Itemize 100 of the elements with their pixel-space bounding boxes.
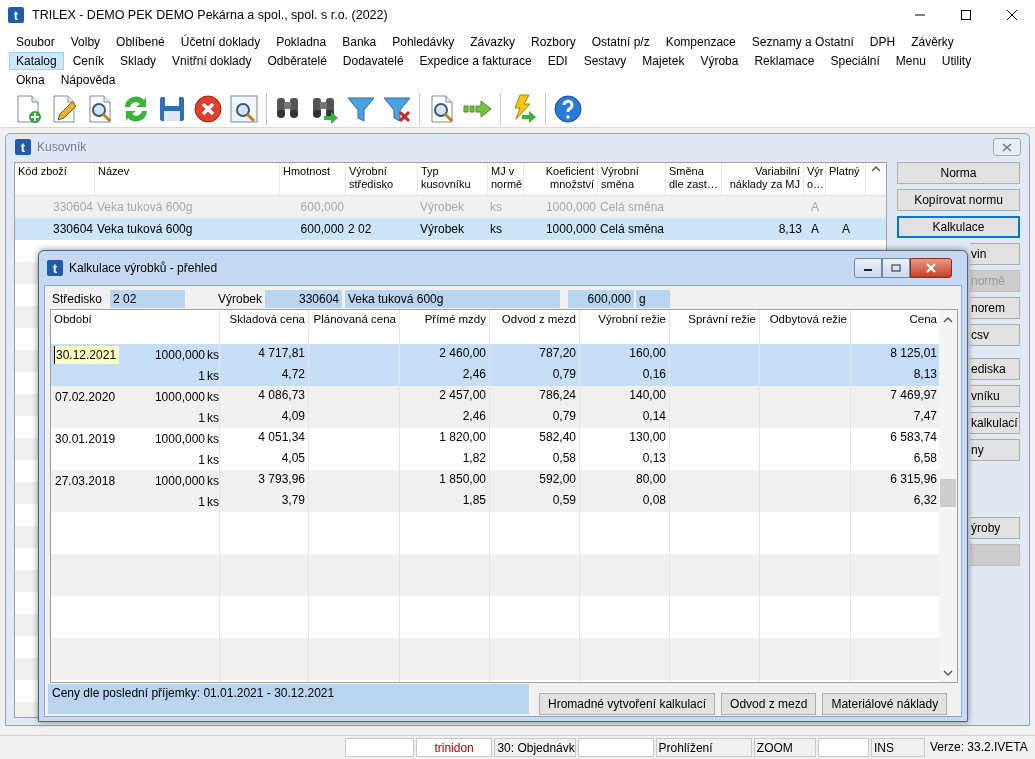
- scroll-up-icon[interactable]: [871, 165, 881, 173]
- menu-item[interactable]: Seznamy a Ostatní: [744, 32, 861, 51]
- column-header[interactable]: Název: [95, 163, 280, 195]
- input-field[interactable]: g: [636, 289, 670, 308]
- column-header[interactable]: Hmotnost: [280, 163, 346, 195]
- menu-item[interactable]: Sklady: [113, 51, 164, 70]
- table-cell-text: 330604: [51, 221, 94, 238]
- table-cell-text: 1 850,00: [438, 471, 487, 488]
- table-cell-text: 7,47: [912, 408, 938, 425]
- table-cell-text: ks: [489, 199, 503, 216]
- menu-item[interactable]: Reklamace: [747, 51, 822, 70]
- menu-item[interactable]: Pohledávky: [385, 32, 462, 51]
- button[interactable]: vníku: [970, 385, 1020, 407]
- menu-item[interactable]: Speciální: [823, 51, 887, 70]
- table-cell-text: 0,13: [641, 450, 667, 467]
- button[interactable]: kalkulací: [970, 412, 1020, 434]
- table-cell-text: 8,13: [777, 221, 803, 238]
- button[interactable]: Kopírovat normu: [897, 189, 1020, 211]
- menu-item[interactable]: Majetek: [635, 51, 692, 70]
- menu-item[interactable]: Soubor: [9, 32, 62, 51]
- menu-item[interactable]: Závěrky: [904, 32, 961, 51]
- scroll-up-icon[interactable]: [943, 316, 953, 324]
- button[interactable]: ny: [970, 439, 1020, 461]
- table-cell-text: 8,13: [912, 366, 938, 383]
- column-header[interactable]: MJ v normě: [488, 163, 524, 195]
- table-cell: ks: [207, 431, 219, 446]
- table-cell-text: 4,05: [280, 450, 306, 467]
- button[interactable]: Odvod z mezd: [721, 693, 817, 715]
- input-field[interactable]: Veka tuková 600g: [345, 289, 560, 308]
- column-header[interactable]: Výrobní směna: [598, 163, 666, 195]
- help-icon[interactable]: [552, 92, 584, 125]
- menu-item[interactable]: Vnitřní doklady: [165, 51, 259, 70]
- menu-item[interactable]: Ceník: [65, 51, 112, 70]
- menu-item[interactable]: Dodavatelé: [335, 51, 411, 70]
- menu-item[interactable]: Ostatní p/z: [584, 32, 657, 51]
- column-header[interactable]: Směna dle zast…: [666, 163, 722, 195]
- menu-item[interactable]: Menu: [888, 51, 933, 70]
- input-field[interactable]: 600,000: [568, 289, 634, 308]
- close-icon[interactable]: [1006, 9, 1018, 21]
- menu-item[interactable]: Okna: [9, 70, 52, 89]
- table-cell-text: 592,00: [538, 471, 577, 488]
- menu-item[interactable]: Banka: [335, 32, 384, 51]
- field-label: Výrobek: [218, 291, 264, 306]
- table-row[interactable]: 330604 Veka tuková 600g 600,000 2 02 Výrobek ks 1000,000 Celá směna 8,13 A A: [15, 218, 886, 240]
- button[interactable]: Materiálové náklady: [822, 693, 948, 715]
- menu-item[interactable]: Volby: [63, 32, 108, 51]
- table-cell-text: 330604: [51, 199, 94, 216]
- button[interactable]: csv: [970, 324, 1020, 346]
- menu-item[interactable]: Katalog: [9, 51, 64, 70]
- column-header[interactable]: Typ kusovníku: [418, 163, 488, 195]
- column-header[interactable]: Platný: [826, 163, 866, 195]
- table-cell-text: 7 469,97: [889, 387, 938, 404]
- column-header[interactable]: Výr o…: [804, 163, 826, 195]
- menu-item[interactable]: DPH: [862, 32, 903, 51]
- table-row[interactable]: 27.03.2018 1000,000 ks 1 ks 3 793,96 3,79 1 850,00 1,85 592,00 0,59 80,00 0,08 6 315,96 6,32: [51, 470, 941, 512]
- button[interactable]: Kalkulace: [897, 216, 1020, 238]
- table-cell: ks: [207, 410, 219, 425]
- table-cell-text: 1: [197, 368, 205, 383]
- table-cell-text: 0,79: [551, 366, 577, 383]
- menu-item[interactable]: Rozbory: [523, 32, 583, 51]
- table-cell-text: 8 125,01: [889, 345, 938, 362]
- menu-item[interactable]: Účetní doklady: [173, 32, 268, 51]
- menu-item[interactable]: EDI: [540, 51, 575, 70]
- column-header[interactable]: Výrobní středisko: [346, 163, 418, 195]
- scrollbar-thumb[interactable]: [940, 479, 956, 507]
- menu-item[interactable]: Nápověda: [53, 70, 123, 89]
- cancel-icon[interactable]: [192, 92, 224, 125]
- table-cell-text: Celá směna: [599, 221, 666, 238]
- scroll-down-icon[interactable]: [943, 669, 953, 677]
- column-header[interactable]: Variabilní náklady za MJ: [722, 163, 804, 195]
- input-field[interactable]: 330604: [265, 289, 342, 308]
- status-text: Prohlížení: [655, 738, 752, 757]
- zoom-icon[interactable]: [228, 92, 260, 125]
- table-cell-text: Veka tuková 600g: [96, 221, 194, 238]
- button[interactable]: vin: [970, 243, 1020, 265]
- table-cell: ks: [207, 368, 219, 383]
- menu-item[interactable]: Utility: [934, 51, 979, 70]
- restore-icon[interactable]: [891, 264, 901, 272]
- table-cell-text: ks: [489, 221, 503, 238]
- menu-item[interactable]: Výroba: [693, 51, 746, 70]
- table-cell-text: 0,14: [641, 408, 667, 425]
- menu-item[interactable]: Pokladna: [269, 32, 334, 51]
- maximize-icon[interactable]: [960, 9, 972, 21]
- input-field[interactable]: 2 02: [110, 289, 185, 308]
- button[interactable]: ýroby: [970, 517, 1020, 539]
- menu-item[interactable]: Odběratelé: [260, 51, 334, 70]
- menu-item[interactable]: Expedice a fakturace: [412, 51, 539, 70]
- button[interactable]: ediska: [970, 358, 1020, 380]
- menu-item[interactable]: Sestavy: [576, 51, 634, 70]
- window-title: TRILEX - DEMO PEK DEMO Pekárna a spol., spol. s r.o. (2022): [32, 8, 389, 22]
- table-cell-text: 1000,000: [153, 347, 205, 362]
- menu-item[interactable]: Závazky: [463, 32, 522, 51]
- button[interactable]: Hromadné vytvoření kalkulací: [539, 693, 716, 715]
- table-cell-text: 600,000: [299, 221, 345, 238]
- column-header[interactable]: Koeficient množství: [524, 163, 598, 195]
- column-header[interactable]: Kód zboží: [15, 163, 95, 195]
- menu-item[interactable]: Kompenzace: [658, 32, 743, 51]
- menu-item[interactable]: Oblíbené: [109, 32, 172, 51]
- button[interactable]: norem: [970, 297, 1020, 319]
- button[interactable]: Norma: [897, 162, 1020, 184]
